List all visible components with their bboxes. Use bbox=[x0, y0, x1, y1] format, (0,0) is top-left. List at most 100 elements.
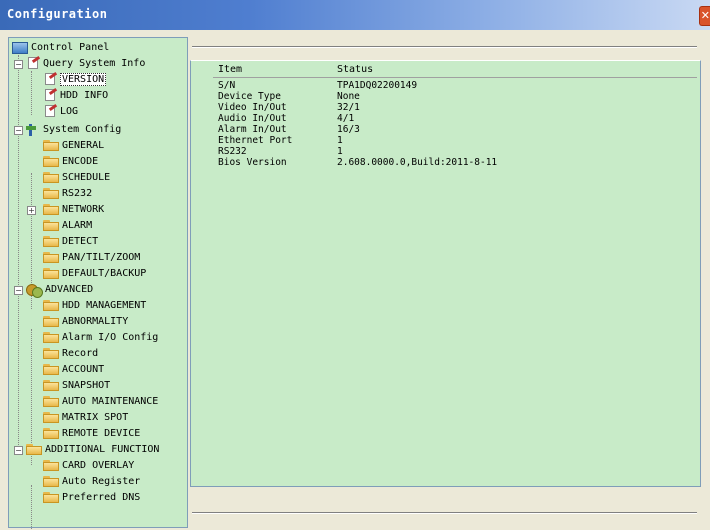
system-collapse-toggle[interactable]: − bbox=[14, 126, 23, 135]
tree-item-default-backup[interactable]: DEFAULT/BACKUP bbox=[43, 266, 146, 281]
row-value: None bbox=[337, 91, 360, 102]
additional-collapse-toggle[interactable]: − bbox=[14, 446, 23, 455]
tree-item-additional-function[interactable]: ADDITIONAL FUNCTION bbox=[26, 442, 159, 457]
tree-item-detect[interactable]: DETECT bbox=[43, 234, 98, 249]
tree-item-hdd-management[interactable]: HDD MANAGEMENT bbox=[43, 298, 146, 313]
tree-item-account[interactable]: ACCOUNT bbox=[43, 362, 104, 377]
tree-item-card-overlay[interactable]: CARD OVERLAY bbox=[43, 458, 134, 473]
tree-item-pan-tilt-zoom[interactable]: PAN/TILT/ZOOM bbox=[43, 250, 140, 265]
column-header-status[interactable]: Status bbox=[337, 64, 373, 75]
table-row: Device Type None bbox=[191, 91, 700, 102]
configuration-window: Configuration ✕ Control Panel − Query Sy… bbox=[0, 0, 710, 530]
list-header: Item Status bbox=[191, 61, 700, 75]
table-row: Alarm In/Out 16/3 bbox=[191, 124, 700, 135]
tree-item-log[interactable]: LOG bbox=[43, 104, 78, 119]
row-value: 4/1 bbox=[337, 113, 355, 124]
folder-icon bbox=[43, 300, 59, 311]
network-expand-toggle[interactable]: + bbox=[27, 206, 36, 215]
tree-item-advanced[interactable]: ADVANCED bbox=[26, 282, 93, 298]
tree-item-auto-maintenance[interactable]: AUTO MAINTENANCE bbox=[43, 394, 158, 409]
config-icon bbox=[26, 123, 40, 137]
row-value: 2.608.0000.0,Build:2011-8-11 bbox=[337, 157, 498, 168]
folder-icon bbox=[43, 268, 59, 279]
tree-item-snapshot[interactable]: SNAPSHOT bbox=[43, 378, 110, 393]
table-row: Ethernet Port 1 bbox=[191, 135, 700, 146]
row-value: 1 bbox=[337, 146, 343, 157]
tree-item-system-config[interactable]: System Config bbox=[26, 122, 121, 137]
row-key: Bios Version bbox=[218, 157, 287, 168]
folder-icon bbox=[43, 412, 59, 423]
tree-item-query-system-info[interactable]: Query System Info bbox=[26, 56, 145, 71]
tree-item-control-panel[interactable]: Control Panel bbox=[12, 40, 109, 55]
table-row: Bios Version 2.608.0000.0,Build:2011-8-11 bbox=[191, 157, 700, 168]
folder-icon bbox=[43, 332, 59, 343]
column-header-item[interactable]: Item bbox=[218, 64, 242, 75]
document-icon bbox=[43, 105, 57, 118]
table-row: RS232 1 bbox=[191, 146, 700, 157]
folder-icon bbox=[43, 428, 59, 439]
folder-icon bbox=[43, 188, 59, 199]
row-key: Video In/Out bbox=[218, 102, 287, 113]
row-key: Ethernet Port bbox=[218, 135, 293, 146]
row-value: TPA1DQ02200149 bbox=[337, 80, 418, 91]
folder-icon bbox=[43, 204, 59, 215]
version-info-panel: Item Status S/N TPA1DQ02200149 Device Typ… bbox=[189, 37, 702, 526]
folder-icon bbox=[43, 140, 59, 151]
row-value: 1 bbox=[337, 135, 343, 146]
tree-item-encode[interactable]: ENCODE bbox=[43, 154, 98, 169]
folder-icon bbox=[43, 252, 59, 263]
tree-item-remote-device[interactable]: REMOTE DEVICE bbox=[43, 426, 140, 441]
info-list: Item Status S/N TPA1DQ02200149 Device Typ… bbox=[190, 60, 701, 487]
advanced-icon bbox=[26, 283, 43, 298]
tree-item-matrix-spot[interactable]: MATRIX SPOT bbox=[43, 410, 128, 425]
folder-icon bbox=[26, 444, 42, 455]
folder-icon bbox=[43, 460, 59, 471]
row-key: Alarm In/Out bbox=[218, 124, 287, 135]
advanced-collapse-toggle[interactable]: − bbox=[14, 286, 23, 295]
top-divider bbox=[192, 46, 697, 48]
folder-icon bbox=[43, 364, 59, 375]
folder-icon bbox=[43, 220, 59, 231]
navigation-tree: Control Panel − Query System Info VERSIO… bbox=[8, 37, 188, 529]
tree-item-preferred-dns[interactable]: Preferred DNS bbox=[43, 490, 140, 505]
tree-item-schedule[interactable]: SCHEDULE bbox=[43, 170, 110, 185]
folder-icon bbox=[43, 380, 59, 391]
row-key: S/N bbox=[218, 80, 236, 91]
row-key: Audio In/Out bbox=[218, 113, 287, 124]
row-value: 32/1 bbox=[337, 102, 360, 113]
tree-item-record[interactable]: Record bbox=[43, 346, 98, 361]
folder-icon bbox=[43, 396, 59, 407]
tree-item-alarm-io-config[interactable]: Alarm I/O Config bbox=[43, 330, 158, 345]
tree-item-version[interactable]: VERSION bbox=[43, 72, 107, 87]
bottom-divider bbox=[192, 512, 697, 514]
row-key: Device Type bbox=[218, 91, 281, 102]
row-key: RS232 bbox=[218, 146, 247, 157]
folder-icon bbox=[43, 348, 59, 359]
window-title: Configuration bbox=[7, 7, 108, 21]
tree-item-auto-register[interactable]: Auto Register bbox=[43, 474, 140, 489]
table-row: Video In/Out 32/1 bbox=[191, 102, 700, 113]
row-value: 16/3 bbox=[337, 124, 360, 135]
document-icon bbox=[43, 89, 57, 102]
tree-item-general[interactable]: GENERAL bbox=[43, 138, 104, 153]
query-collapse-toggle[interactable]: − bbox=[14, 60, 23, 69]
tree-item-rs232[interactable]: RS232 bbox=[43, 186, 92, 201]
header-divider bbox=[213, 77, 697, 78]
tree-item-network[interactable]: NETWORK bbox=[43, 202, 104, 217]
folder-icon bbox=[43, 492, 59, 503]
close-icon: ✕ bbox=[700, 9, 710, 22]
folder-icon bbox=[43, 476, 59, 487]
tree-item-abnormality[interactable]: ABNORMALITY bbox=[43, 314, 128, 329]
folder-icon bbox=[43, 172, 59, 183]
folder-icon bbox=[43, 236, 59, 247]
table-row: Audio In/Out 4/1 bbox=[191, 113, 700, 124]
tree-item-alarm[interactable]: ALARM bbox=[43, 218, 92, 233]
document-icon bbox=[26, 57, 40, 70]
close-button[interactable]: ✕ bbox=[699, 6, 710, 26]
title-bar[interactable]: Configuration ✕ bbox=[0, 0, 710, 30]
tree-item-hdd-info[interactable]: HDD INFO bbox=[43, 88, 108, 103]
control-panel-icon bbox=[12, 41, 28, 54]
table-row: S/N TPA1DQ02200149 bbox=[191, 80, 700, 91]
folder-icon bbox=[43, 156, 59, 167]
document-icon bbox=[43, 73, 57, 86]
